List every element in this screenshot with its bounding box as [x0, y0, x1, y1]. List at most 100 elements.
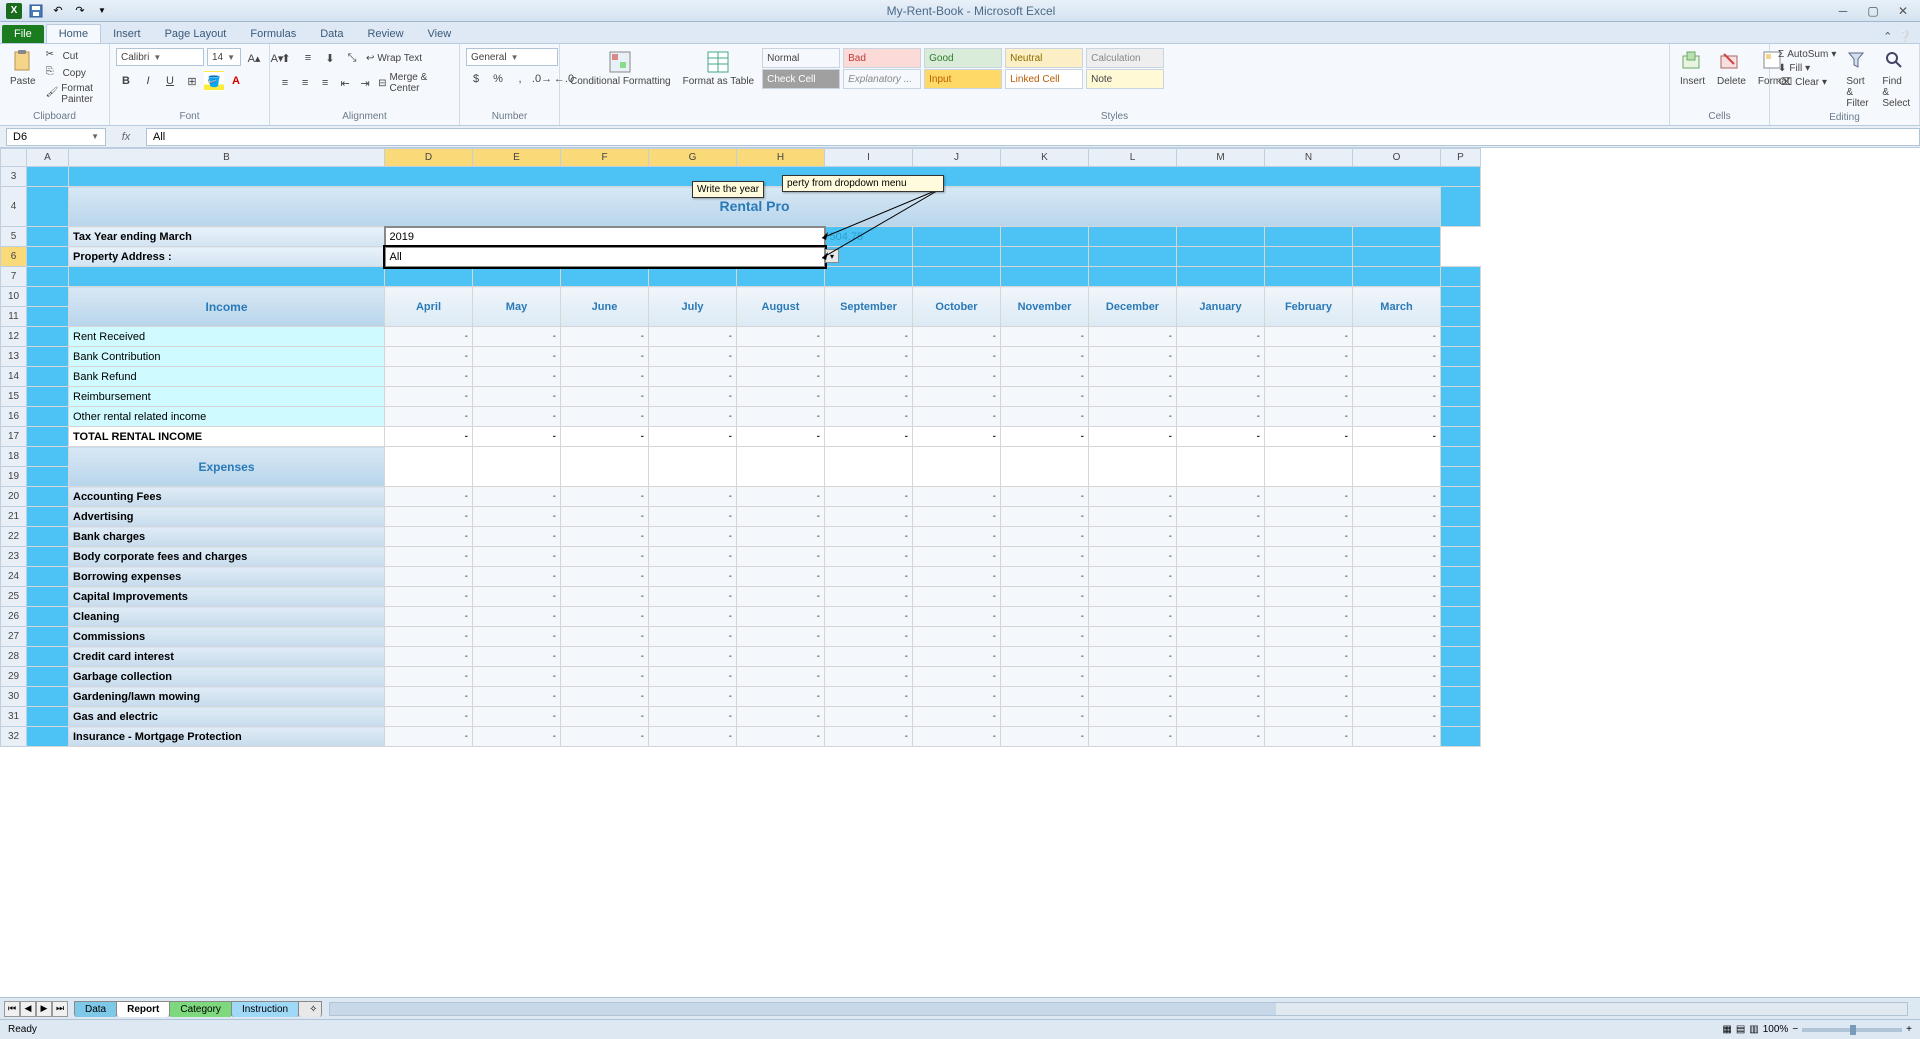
- data-cell[interactable]: -: [1353, 407, 1441, 427]
- data-cell[interactable]: -: [1001, 327, 1089, 347]
- data-cell[interactable]: -: [1177, 567, 1265, 587]
- row-header-14[interactable]: 14: [1, 367, 27, 387]
- col-header-B[interactable]: B: [69, 149, 385, 167]
- data-cell[interactable]: -: [1265, 647, 1353, 667]
- col-header-D[interactable]: D: [385, 149, 473, 167]
- data-cell[interactable]: -: [737, 647, 825, 667]
- align-right-icon[interactable]: ≡: [316, 73, 334, 93]
- data-cell[interactable]: -: [561, 707, 649, 727]
- data-cell[interactable]: -: [913, 327, 1001, 347]
- data-cell[interactable]: -: [1353, 487, 1441, 507]
- data-cell[interactable]: -: [561, 327, 649, 347]
- data-cell[interactable]: -: [649, 387, 737, 407]
- data-cell[interactable]: -: [913, 347, 1001, 367]
- data-cell[interactable]: -: [737, 527, 825, 547]
- save-icon[interactable]: [26, 2, 46, 20]
- data-cell[interactable]: -: [473, 507, 561, 527]
- maximize-button[interactable]: ▢: [1860, 3, 1886, 19]
- data-cell[interactable]: -: [1353, 587, 1441, 607]
- data-cell[interactable]: -: [1177, 507, 1265, 527]
- data-cell[interactable]: -: [1353, 667, 1441, 687]
- tab-formulas[interactable]: Formulas: [238, 25, 308, 43]
- data-cell[interactable]: -: [1265, 667, 1353, 687]
- row-header-29[interactable]: 29: [1, 667, 27, 687]
- underline-button[interactable]: U: [160, 71, 180, 91]
- data-cell[interactable]: -: [649, 367, 737, 387]
- data-cell[interactable]: -: [1089, 707, 1177, 727]
- data-cell[interactable]: -: [913, 727, 1001, 747]
- spreadsheet-grid[interactable]: ABDEFGHIJKLMNOP34Rental Pro5Tax Year end…: [0, 148, 1920, 997]
- row-header-16[interactable]: 16: [1, 407, 27, 427]
- data-cell[interactable]: -: [1089, 667, 1177, 687]
- data-cell[interactable]: -: [385, 587, 473, 607]
- data-cell[interactable]: -: [1089, 487, 1177, 507]
- style-linked-cell[interactable]: Linked Cell: [1005, 69, 1083, 89]
- data-cell[interactable]: -: [825, 667, 913, 687]
- property-address-input[interactable]: All: [385, 247, 825, 267]
- style-good[interactable]: Good: [924, 48, 1002, 68]
- col-header-F[interactable]: F: [561, 149, 649, 167]
- data-cell[interactable]: -: [473, 407, 561, 427]
- data-cell[interactable]: -: [1001, 527, 1089, 547]
- data-cell[interactable]: -: [1089, 607, 1177, 627]
- data-cell[interactable]: -: [1265, 367, 1353, 387]
- row-header-5[interactable]: 5: [1, 227, 27, 247]
- data-cell[interactable]: -: [1089, 327, 1177, 347]
- data-cell[interactable]: -: [473, 587, 561, 607]
- data-cell[interactable]: -: [825, 727, 913, 747]
- formula-input[interactable]: All: [146, 128, 1920, 146]
- data-cell[interactable]: -: [1001, 607, 1089, 627]
- data-cell[interactable]: -: [1089, 727, 1177, 747]
- comma-icon[interactable]: ,: [510, 69, 530, 89]
- help-icon[interactable]: ❔: [1898, 30, 1912, 43]
- data-cell[interactable]: -: [1001, 727, 1089, 747]
- data-cell[interactable]: -: [737, 727, 825, 747]
- data-cell[interactable]: -: [913, 487, 1001, 507]
- data-cell[interactable]: -: [737, 487, 825, 507]
- data-cell[interactable]: -: [1001, 647, 1089, 667]
- row-header-26[interactable]: 26: [1, 607, 27, 627]
- data-cell[interactable]: -: [1265, 607, 1353, 627]
- style-note[interactable]: Note: [1086, 69, 1164, 89]
- data-cell[interactable]: -: [1001, 507, 1089, 527]
- data-cell[interactable]: -: [825, 587, 913, 607]
- data-cell[interactable]: -: [385, 407, 473, 427]
- data-cell[interactable]: -: [473, 347, 561, 367]
- data-cell[interactable]: -: [561, 487, 649, 507]
- paste-button[interactable]: Paste: [6, 48, 40, 89]
- font-size-combo[interactable]: 14▼: [207, 48, 241, 66]
- row-header-18[interactable]: 18: [1, 447, 27, 467]
- new-sheet-icon[interactable]: ✧: [298, 1001, 322, 1017]
- orientation-icon[interactable]: ⤡: [342, 48, 362, 68]
- data-cell[interactable]: -: [1265, 567, 1353, 587]
- data-cell[interactable]: -: [1001, 567, 1089, 587]
- data-cell[interactable]: -: [385, 547, 473, 567]
- data-cell[interactable]: -: [473, 367, 561, 387]
- conditional-formatting-button[interactable]: Conditional Formatting: [566, 48, 675, 89]
- sort-filter-button[interactable]: Sort & Filter: [1842, 48, 1874, 111]
- data-cell[interactable]: -: [825, 547, 913, 567]
- data-cell[interactable]: -: [385, 347, 473, 367]
- indent-dec-icon[interactable]: ⇤: [336, 73, 354, 93]
- row-header-25[interactable]: 25: [1, 587, 27, 607]
- zoom-in-icon[interactable]: +: [1906, 1024, 1912, 1035]
- data-cell[interactable]: -: [473, 687, 561, 707]
- row-header-17[interactable]: 17: [1, 427, 27, 447]
- border-button[interactable]: ⊞: [182, 71, 202, 91]
- sheet-nav-next-icon[interactable]: ▶: [36, 1001, 52, 1017]
- col-header-H[interactable]: H: [737, 149, 825, 167]
- italic-button[interactable]: I: [138, 71, 158, 91]
- minimize-button[interactable]: ─: [1830, 3, 1856, 19]
- style-calculation[interactable]: Calculation: [1086, 48, 1164, 68]
- data-cell[interactable]: -: [561, 667, 649, 687]
- data-cell[interactable]: -: [825, 687, 913, 707]
- data-cell[interactable]: -: [385, 387, 473, 407]
- data-cell[interactable]: -: [1177, 367, 1265, 387]
- col-header-M[interactable]: M: [1177, 149, 1265, 167]
- data-cell[interactable]: -: [737, 507, 825, 527]
- data-cell[interactable]: -: [1001, 367, 1089, 387]
- data-cell[interactable]: -: [1353, 547, 1441, 567]
- data-cell[interactable]: -: [649, 487, 737, 507]
- data-cell[interactable]: -: [913, 707, 1001, 727]
- data-cell[interactable]: -: [1001, 627, 1089, 647]
